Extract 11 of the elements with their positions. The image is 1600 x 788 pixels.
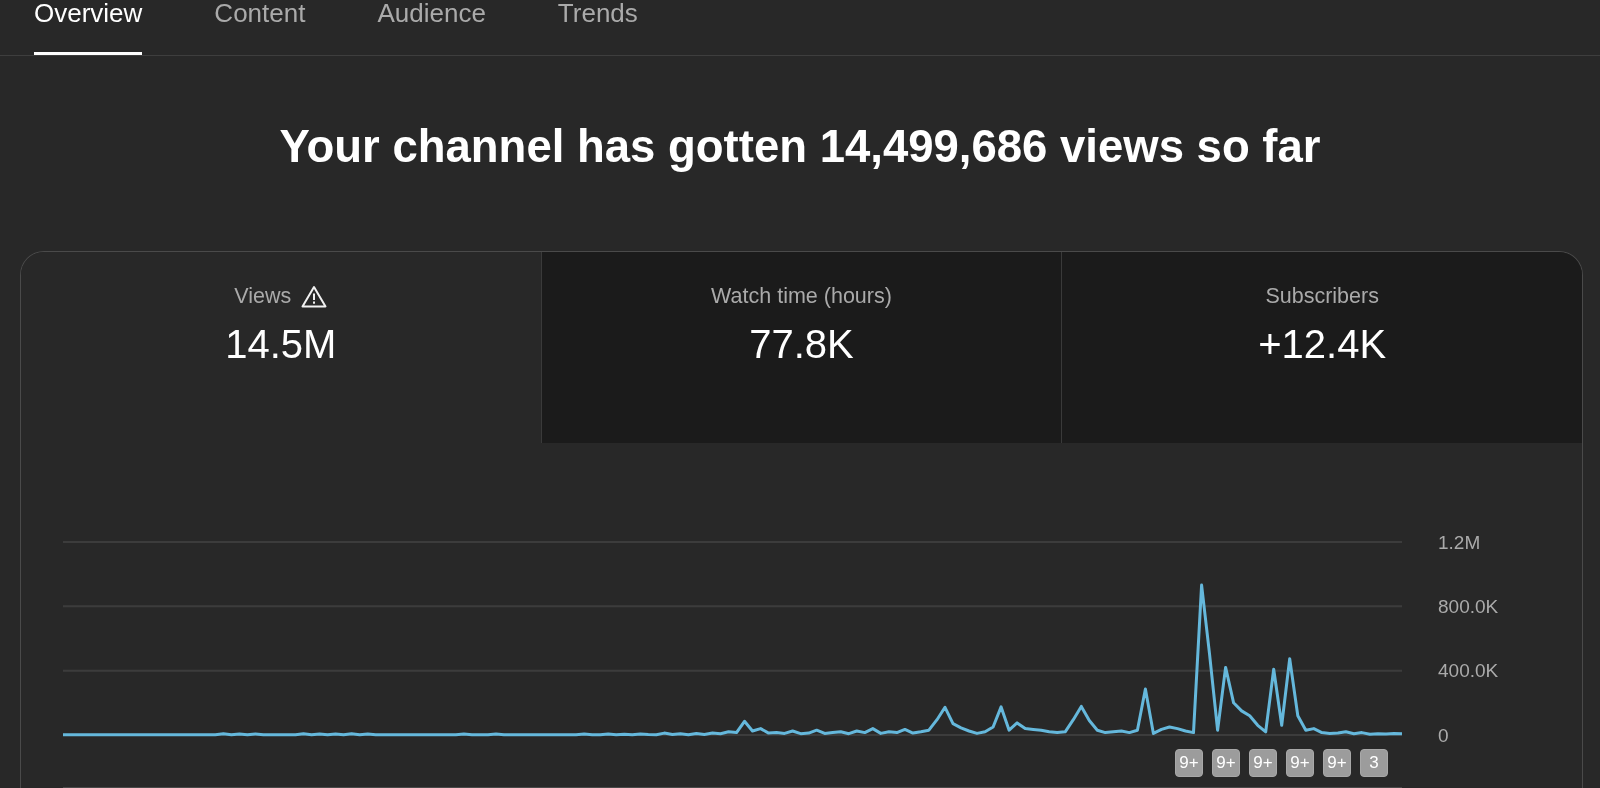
axis-label: 0	[1438, 724, 1449, 743]
metric-tab[interactable]: Subscribers +12.4K	[1061, 252, 1582, 443]
axis-label: 400.0K	[1438, 660, 1499, 682]
axis-label: 800.0K	[1438, 595, 1499, 617]
tab[interactable]: Overview	[34, 0, 143, 55]
tab[interactable]: Trends	[557, 0, 638, 55]
axis-label: 1.2M	[1438, 531, 1481, 553]
page-headline: Your channel has gotten 14,499,686 views so far	[278, 120, 1322, 174]
metric-tab[interactable]: Watch time (hours) 77.8K	[540, 252, 1062, 443]
tab[interactable]: Content	[214, 0, 306, 55]
tab[interactable]: Audience	[377, 0, 486, 55]
